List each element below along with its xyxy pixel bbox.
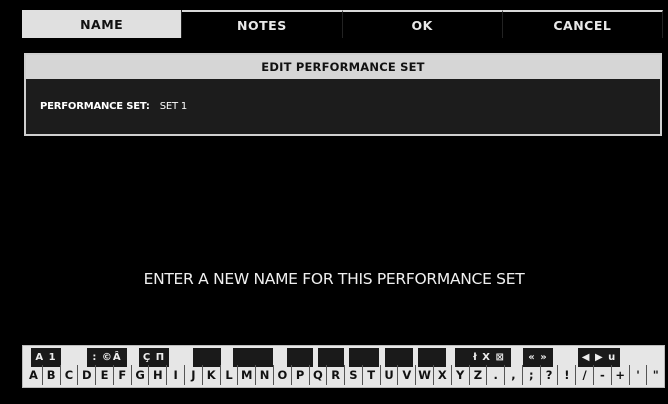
prompt-text: ENTER A NEW NAME FOR THIS PERFORMANCE SE… [143,270,525,288]
keyboard-char-row: A B C D E F G H I J K L M N O P Q R S T U V W X Y Z.,;?! / - + ' " [25,365,664,385]
key-white[interactable]: , [505,365,523,385]
key-white[interactable]: B [43,365,61,385]
key-white[interactable]: - [594,365,612,385]
key-white[interactable]: A [25,365,43,385]
key-white[interactable]: P [292,365,310,385]
key-white[interactable]: S [345,365,363,385]
key-white[interactable]: C [61,365,79,385]
performance-set-value[interactable]: SET 1 [160,101,188,112]
key-white[interactable]: Z [470,365,488,385]
edit-performance-panel: EDIT PERFORMANCE SET PERFORMANCE SET: SE… [24,53,662,136]
key-white[interactable]: Q [310,365,328,385]
key-white[interactable]: " [647,365,664,385]
key-white[interactable]: U [381,365,399,385]
key-white[interactable]: T [363,365,381,385]
key-white[interactable]: . [487,365,506,385]
key-white[interactable]: ! [558,365,577,385]
key-white[interactable]: ; [523,365,541,385]
tab-ok[interactable]: OK [342,10,503,38]
key-white[interactable]: Y [452,365,470,385]
tab-notes[interactable]: NOTES [182,10,343,38]
key-white[interactable]: L [221,365,239,385]
key-white[interactable]: R [327,365,346,385]
key-white[interactable]: J [185,365,203,385]
key-white[interactable]: G [132,365,150,385]
performance-set-row: PERFORMANCE SET: SET 1 [40,101,187,112]
panel-title: EDIT PERFORMANCE SET [26,55,660,79]
key-white[interactable]: H [149,365,168,385]
tab-cancel[interactable]: CANCEL [502,10,663,38]
key-white[interactable]: O [274,365,292,385]
tab-name[interactable]: NAME [22,10,183,38]
key-white[interactable]: I [167,365,186,385]
performance-set-label: PERFORMANCE SET: [40,101,150,112]
key-white[interactable]: E [96,365,114,385]
key-white[interactable]: + [612,365,630,385]
key-white[interactable]: W [416,365,434,385]
key-white[interactable]: X [434,365,452,385]
key-white[interactable]: F [114,365,132,385]
key-white[interactable]: ? [541,365,559,385]
tab-bar: NAME NOTES OK CANCEL [22,10,663,38]
key-white[interactable]: ' [630,365,648,385]
key-white[interactable]: V [398,365,417,385]
on-screen-keyboard: A 1: ©Â Ç Пł X ⊠ « » ◀ ▶ u ABCDEFGHIJKLMNOP… [22,345,665,388]
key-white[interactable]: K [203,365,221,385]
key-white[interactable]: M [238,365,257,385]
key-white[interactable]: N [256,365,274,385]
key-white[interactable]: D [78,365,97,385]
key-white[interactable]: / [576,365,594,385]
